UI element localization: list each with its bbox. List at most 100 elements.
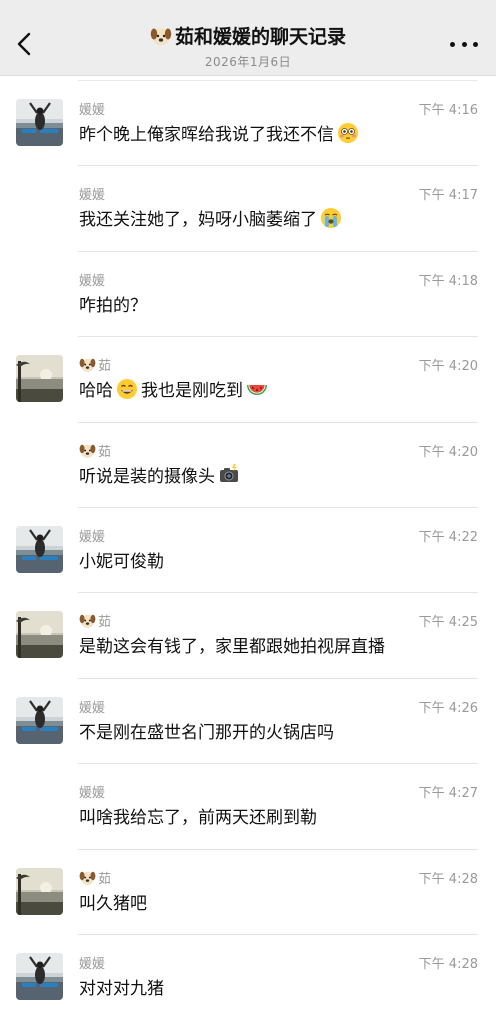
- crying-face-icon: [321, 207, 341, 228]
- chat-record-header: 茹和媛媛的聊天记录 2026年1月6日: [0, 0, 496, 76]
- sender-name: 媛媛: [79, 697, 105, 716]
- sender-label: 茹: [98, 359, 112, 375]
- message-text: 叫啥我给忘了，前两天还刷到勒: [79, 808, 317, 829]
- chevron-left-icon: [17, 32, 31, 56]
- sender-name: 茹: [79, 441, 111, 460]
- avatar[interactable]: [16, 867, 63, 915]
- sender-label: 媛媛: [79, 529, 106, 545]
- message-body: 不是刚在盛世名门那开的火锅店吗: [79, 718, 334, 743]
- message-body: 我还关注她了，妈呀小脑萎缩了: [79, 205, 342, 230]
- sender-label: 媛媛: [79, 786, 106, 802]
- more-dots-icon: [450, 41, 478, 47]
- message-item[interactable]: 媛媛 下午 4:16 昨个晚上俺家晖给我说了我还不信: [0, 80, 496, 165]
- sender-label: 媛媛: [79, 188, 106, 204]
- message-body: 哈哈 我也是刚吃到: [79, 376, 268, 401]
- message-body: 是勒这会有钱了，家里都跟她拍视屏直播: [79, 632, 385, 657]
- dog-face-icon: [79, 615, 96, 629]
- message-item[interactable]: 媛媛 下午 4:26 不是刚在盛世名门那开的火锅店吗: [0, 677, 496, 763]
- back-button[interactable]: [10, 26, 38, 62]
- sender-name: 茹: [79, 868, 111, 887]
- message-time: 下午 4:17: [418, 188, 478, 204]
- message-text: 不是刚在盛世名门那开的火锅店吗: [79, 722, 334, 743]
- sender-label: 媛媛: [79, 700, 106, 716]
- sender-label: 茹: [98, 615, 112, 631]
- title-block: 茹和媛媛的聊天记录 2026年1月6日: [80, 22, 416, 70]
- message-item[interactable]: 茹 下午 4:20 哈哈 我也是刚吃到: [0, 336, 496, 421]
- chat-title-text: 茹和媛媛的聊天记录: [174, 26, 346, 48]
- sender-label: 茹: [98, 871, 112, 887]
- message-item[interactable]: 媛媛 下午 4:18 咋拍的？: [0, 250, 496, 336]
- divider: [78, 165, 478, 167]
- message-body: 小妮可俊勒: [79, 547, 164, 572]
- divider: [78, 933, 478, 935]
- avatar[interactable]: [16, 696, 63, 744]
- dog-face-icon: [79, 444, 96, 458]
- divider: [78, 677, 478, 679]
- message-time: 下午 4:22: [418, 529, 478, 545]
- divider: [78, 763, 478, 765]
- flushed-face-icon: [338, 122, 358, 143]
- message-body: 叫啥我给忘了，前两天还刷到勒: [79, 803, 317, 828]
- divider: [78, 80, 478, 81]
- avatar[interactable]: [16, 355, 63, 403]
- dog-face-icon: [79, 871, 96, 885]
- page-title: 茹和媛媛的聊天记录: [150, 22, 346, 49]
- divider: [78, 506, 478, 508]
- divider: [78, 250, 478, 252]
- sender-name: 媛媛: [79, 782, 105, 801]
- watermelon-icon: [247, 384, 267, 395]
- message-text: 对对对九猪: [79, 978, 164, 999]
- message-text: 昨个晚上俺家晖给我说了我还不信: [79, 125, 334, 145]
- dog-face-icon: [79, 358, 96, 373]
- avatar[interactable]: [16, 952, 63, 1000]
- message-item[interactable]: 媛媛 下午 4:17 我还关注她了，妈呀小脑萎缩了: [0, 165, 496, 250]
- message-text: 小妮可俊勒: [79, 551, 164, 572]
- message-item[interactable]: 茹 下午 4:20 听说是装的摄像头: [0, 421, 496, 507]
- message-item[interactable]: 媛媛 下午 4:22 小妮可俊勒: [0, 506, 496, 592]
- divider: [78, 421, 478, 423]
- message-item[interactable]: 茹 下午 4:28 叫久猪吧: [0, 848, 496, 934]
- avatar-frame[interactable]: [16, 611, 63, 659]
- sender-name: 媛媛: [79, 184, 105, 203]
- avatar-frame[interactable]: [16, 867, 63, 915]
- sender-label: 茹: [98, 444, 112, 460]
- message-time: 下午 4:28: [418, 956, 478, 972]
- avatar[interactable]: [16, 525, 63, 573]
- sender-label: 媛媛: [79, 103, 106, 118]
- message-body: 咋拍的？: [79, 291, 147, 316]
- record-date: 2026年1月6日: [204, 54, 292, 69]
- message-time: 下午 4:18: [418, 273, 478, 289]
- message-body: 昨个晚上俺家晖给我说了我还不信: [79, 120, 359, 145]
- more-button[interactable]: [450, 32, 478, 56]
- message-text-2: 我也是刚吃到: [141, 381, 243, 402]
- sender-label: 媛媛: [79, 273, 106, 289]
- divider: [78, 592, 478, 594]
- sender-name: 茹: [79, 611, 111, 630]
- message-text: 我还关注她了，妈呀小脑萎缩了: [79, 210, 317, 231]
- avatar-frame[interactable]: [16, 696, 63, 744]
- avatar-frame[interactable]: [16, 525, 63, 573]
- avatar[interactable]: [16, 611, 63, 659]
- message-body: 对对对九猪: [79, 974, 164, 999]
- message-item[interactable]: 媛媛 下午 4:27 叫啥我给忘了，前两天还刷到勒: [0, 763, 496, 848]
- message-item[interactable]: 媛媛 下午 4:28 对对对九猪: [0, 933, 496, 1019]
- message-time: 下午 4:20: [418, 359, 478, 375]
- dog-face-icon: [150, 28, 172, 45]
- message-time: 下午 4:25: [418, 615, 478, 631]
- sender-name: 媛媛: [79, 270, 105, 289]
- avatar-frame[interactable]: [16, 952, 63, 1000]
- message-body: 叫久猪吧: [79, 889, 147, 914]
- sender-name: 媛媛: [79, 953, 105, 972]
- message-list: 媛媛 下午 4:16 昨个晚上俺家晖给我说了我还不信 媛媛 下午 4:17 我还关注她了，…: [0, 80, 496, 1019]
- message-item[interactable]: 茹 下午 4:25 是勒这会有钱了，家里都跟她拍视屏直播: [0, 592, 496, 677]
- avatar-frame[interactable]: [16, 99, 63, 146]
- grinning-face-icon: [117, 378, 137, 399]
- message-text: 是勒这会有钱了，家里都跟她拍视屏直播: [79, 637, 385, 658]
- message-text: 哈哈: [79, 381, 113, 402]
- avatar[interactable]: [16, 99, 63, 146]
- camera-flash-icon: [220, 464, 238, 483]
- avatar-frame[interactable]: [16, 355, 63, 403]
- sender-name: 媛媛: [79, 526, 105, 545]
- divider: [78, 848, 478, 850]
- sender-name: 茹: [79, 355, 111, 374]
